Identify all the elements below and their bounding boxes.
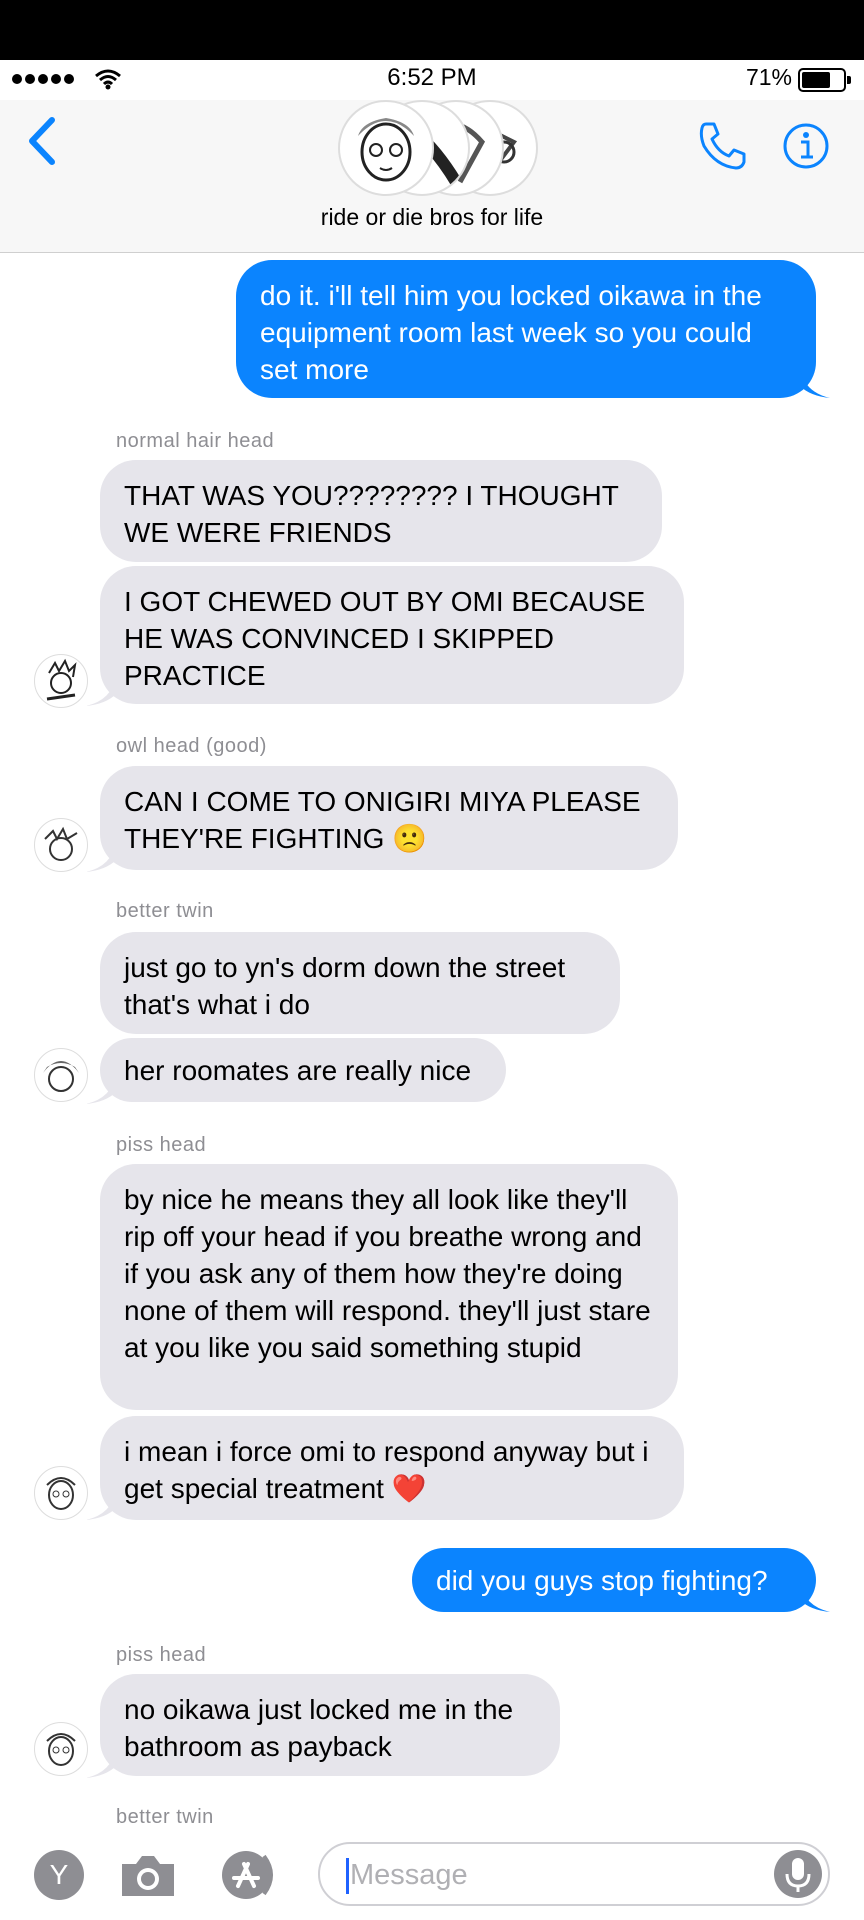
sender-name: better twin [116,900,214,922]
message-text: by nice he means they all look like they… [124,1184,651,1363]
sender-avatar[interactable] [34,654,88,708]
incoming-message-bubble[interactable]: I GOT CHEWED OUT BY OMI BECAUSE HE WAS C… [100,566,684,704]
bubble-tail [86,676,116,706]
message-text: CAN I COME TO ONIGIRI MIYA PLEASE THEY'R… [124,786,641,854]
message-input-bar: Y [0,1832,864,1920]
bubble-tail [86,1490,116,1520]
app-store-icon[interactable] [214,1848,284,1902]
frowning-face-emoji: 🙁 [392,823,428,854]
message-text: i mean i force omi to respond anyway but… [124,1436,649,1504]
battery-icon [798,68,851,92]
group-name[interactable]: ride or die bros for life [0,204,864,231]
incoming-message-bubble[interactable]: i mean i force omi to respond anyway but… [100,1416,684,1520]
message-text: do it. i'll tell him you locked oikawa i… [260,280,762,385]
message-field-container [318,1842,830,1906]
battery-percentage: 71% [745,64,792,90]
microphone-icon[interactable] [774,1850,822,1898]
incoming-message-bubble[interactable]: her roomates are really nice [100,1038,506,1102]
message-text: THAT WAS YOU???????? I THOUGHT WE WERE F… [124,480,619,548]
outgoing-message-bubble[interactable]: do it. i'll tell him you locked oikawa i… [236,260,816,398]
sender-name: owl head (good) [116,735,267,757]
camera-icon[interactable] [118,1850,178,1900]
incoming-message-bubble[interactable]: no oikawa just locked me in the bathroom… [100,1674,560,1776]
sender-avatar[interactable] [34,1722,88,1776]
message-text: I GOT CHEWED OUT BY OMI BECAUSE HE WAS C… [124,586,646,691]
conversation-header: ride or die bros for life [0,100,864,253]
sender-avatar[interactable] [34,1048,88,1102]
chevron-left-icon[interactable] [26,116,58,166]
status-bar: 6:52 PM 71% [0,60,864,100]
bubble-tail [86,1748,116,1778]
message-text: her roomates are really nice [124,1055,472,1086]
message-text: just go to yn's dorm down the street tha… [124,952,566,1020]
bubble-tail [86,842,116,872]
bubble-tail [800,1582,830,1612]
sender-name: piss head [116,1134,207,1156]
sender-name: normal hair head [116,430,275,452]
status-time: 6:52 PM [387,64,477,91]
group-avatar-stack[interactable] [334,100,538,196]
sender-name: piss head [116,1644,207,1666]
outgoing-message-bubble[interactable]: did you guys stop fighting? [412,1548,816,1612]
incoming-message-bubble[interactable]: just go to yn's dorm down the street tha… [100,932,620,1034]
top-black-bar [0,0,864,60]
message-input[interactable] [348,1854,752,1896]
sender-avatar[interactable] [34,818,88,872]
bubble-tail [800,368,830,398]
phone-icon[interactable] [696,120,748,172]
app-shortcut-button[interactable]: Y [34,1850,84,1900]
sender-avatar[interactable] [34,1466,88,1520]
incoming-message-bubble[interactable]: CAN I COME TO ONIGIRI MIYA PLEASE THEY'R… [100,766,678,870]
sender-name: better twin [116,1806,214,1828]
incoming-message-bubble[interactable]: THAT WAS YOU???????? I THOUGHT WE WERE F… [100,460,662,562]
group-member-avatar [338,100,434,196]
message-text: no oikawa just locked me in the bathroom… [124,1694,514,1762]
message-text: did you guys stop fighting? [436,1565,768,1596]
red-heart-emoji: ❤️ [391,1473,427,1504]
info-icon[interactable] [782,122,830,170]
incoming-message-bubble[interactable]: by nice he means they all look like they… [100,1164,678,1410]
bubble-tail [86,1074,116,1104]
